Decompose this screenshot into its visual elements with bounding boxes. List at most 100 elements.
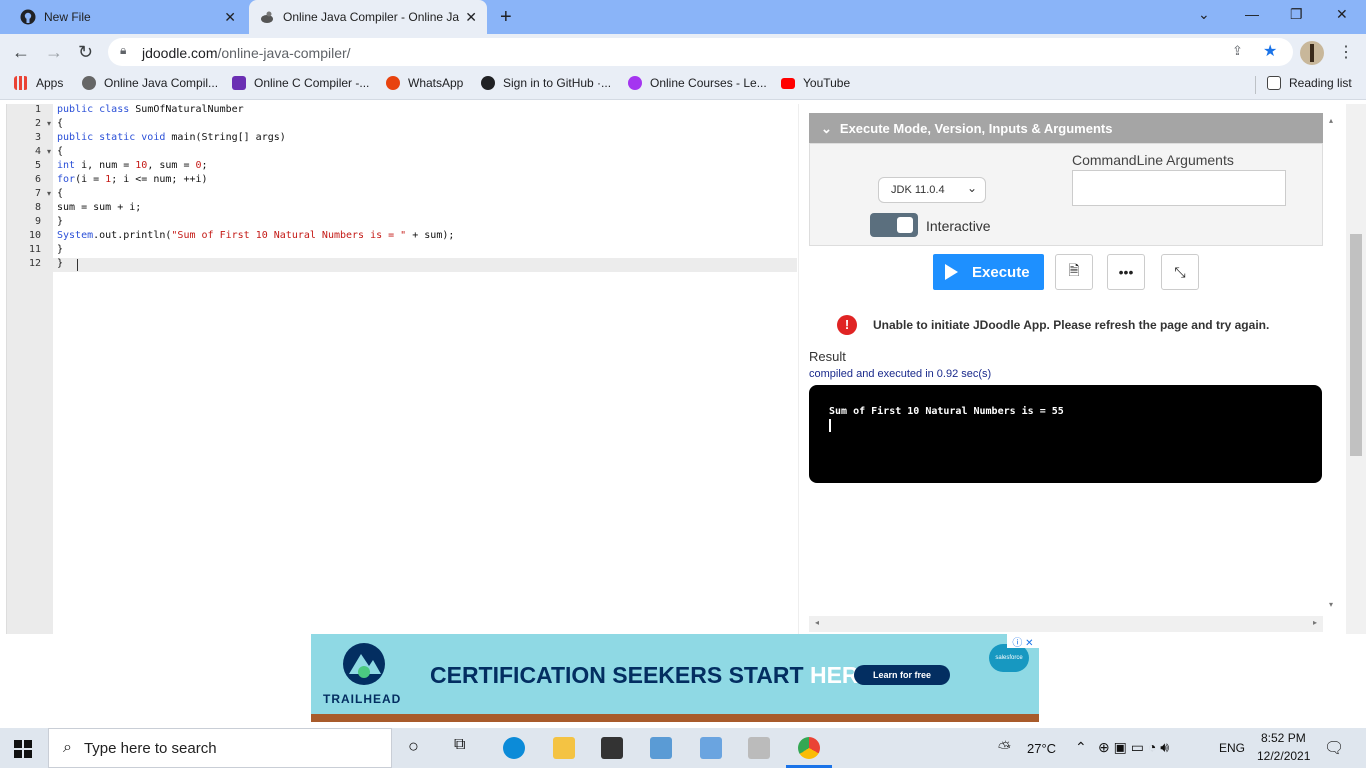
tab-title: Online Java Compiler - Online Ja xyxy=(283,10,460,24)
error-text: Unable to initiate JDoodle App. Please r… xyxy=(873,318,1270,332)
bookmark-label: Online Java Compil... xyxy=(104,76,219,90)
compress-icon: ⤡ xyxy=(1174,263,1186,280)
code-token: , sum = xyxy=(147,160,196,171)
error-alert-icon: ! xyxy=(837,315,857,335)
bookmark-youtube[interactable]: YouTube xyxy=(781,76,850,90)
bookmark-label: YouTube xyxy=(803,76,851,90)
performance-monitor-icon[interactable] xyxy=(748,737,770,759)
bookmark-apps[interactable]: Apps xyxy=(14,76,63,90)
language-indicator[interactable]: ENG xyxy=(1219,741,1245,755)
code-line: } xyxy=(57,244,63,255)
profile-avatar[interactable] xyxy=(1300,41,1324,65)
ad-close-icon[interactable]: ⓘ ✕ xyxy=(1007,634,1039,649)
bookmark-online-courses[interactable]: Online Courses - Le... xyxy=(628,76,767,90)
execute-mode-header[interactable]: ⌄ Execute Mode, Version, Inputs & Argumen… xyxy=(809,113,1323,143)
control-panel-icon[interactable] xyxy=(650,737,672,759)
scroll-down-icon[interactable]: ▾ xyxy=(1329,600,1333,609)
file-explorer-icon[interactable] xyxy=(553,737,575,759)
scroll-left-icon[interactable]: ◂ xyxy=(815,618,819,627)
github-icon xyxy=(481,76,495,90)
close-window-icon[interactable]: ✕ xyxy=(1336,6,1348,23)
fold-toggle-icon[interactable]: ▾ xyxy=(47,189,51,198)
code-token: + sum); xyxy=(406,230,455,241)
windows-start-icon[interactable] xyxy=(14,740,32,758)
task-view-icon[interactable]: ⧉ xyxy=(454,736,465,754)
tab-new-file[interactable]: New File ✕ xyxy=(8,0,246,34)
tab-search-chevron-icon[interactable]: ⌄ xyxy=(1198,6,1210,23)
horizontal-scrollbar[interactable]: ◂ ▸ xyxy=(809,616,1323,632)
bookmark-label: Online C Compiler -... xyxy=(254,76,370,90)
github-icon xyxy=(20,9,36,25)
share-icon[interactable]: ⇪ xyxy=(1232,43,1243,59)
collapse-button[interactable]: ⤡ xyxy=(1161,254,1199,290)
restore-icon[interactable]: ❐ xyxy=(1290,6,1303,23)
code-line: System.out.println("Sum of First 10 Natu… xyxy=(57,230,454,241)
bookmark-label: WhatsApp xyxy=(408,76,464,90)
reading-list[interactable]: Reading list xyxy=(1267,76,1352,90)
execute-button[interactable]: Execute xyxy=(933,254,1044,290)
show-hidden-icons-icon[interactable]: ⌃ xyxy=(1075,739,1087,756)
more-options-button[interactable]: ••• xyxy=(1107,254,1145,290)
code-line: public static void main(String[] args) xyxy=(57,132,286,143)
line-number: 7 xyxy=(34,188,41,199)
ad-brand: TRAILHEAD xyxy=(323,692,402,706)
clock-date[interactable]: 12/2/2021 xyxy=(1257,749,1310,763)
lock-icon: 🔒︎ xyxy=(120,43,127,57)
page-vertical-scrollbar[interactable] xyxy=(1346,104,1366,634)
tray-apps-icon[interactable]: ⊕ ▣ ▭ ◔ 🔊︎ xyxy=(1098,739,1169,756)
bookmark-online-java-compiler[interactable]: Online Java Compil... xyxy=(82,76,218,90)
back-arrow-icon[interactable]: ← xyxy=(12,42,30,63)
bookmark-online-c-compiler[interactable]: Online C Compiler -... xyxy=(232,76,369,90)
scrollbar-thumb[interactable] xyxy=(1350,234,1362,456)
reload-icon[interactable]: ↻ xyxy=(78,42,93,63)
cortana-icon[interactable]: ○ xyxy=(408,736,419,757)
temperature[interactable]: 27°C xyxy=(1027,741,1056,756)
close-tab-icon[interactable]: ✕ xyxy=(224,9,236,26)
play-icon xyxy=(945,264,958,280)
bookmark-github[interactable]: Sign in to GitHub ·... xyxy=(481,76,611,90)
code-editor[interactable]: 1 2 ▾ 3 4 ▾ 5 6 7 ▾ 8 9 10 11 12 public class SumOfNat… xyxy=(6,104,797,634)
fold-toggle-icon[interactable]: ▾ xyxy=(47,119,51,128)
ad-cta-button[interactable]: Learn for free xyxy=(854,665,950,685)
upload-file-button[interactable]: 🗎 xyxy=(1055,254,1093,290)
jdk-version-select[interactable]: JDK 11.0.4 ⌄ xyxy=(878,177,986,203)
bookmark-star-icon[interactable]: ★ xyxy=(1263,41,1277,61)
line-number: 2 xyxy=(34,118,41,129)
code-token: 10 xyxy=(135,160,148,171)
line-number: 9 xyxy=(34,216,41,227)
forward-arrow-icon[interactable]: → xyxy=(45,42,63,63)
notifications-icon[interactable]: 🗨︎ xyxy=(1324,738,1344,758)
address-bar[interactable]: 🔒︎ jdoodle.com/online-java-compiler/ ⇪ ★ xyxy=(108,38,1293,66)
store-icon[interactable] xyxy=(601,737,623,759)
code-token: sum = sum + i; xyxy=(57,202,142,213)
scroll-right-icon[interactable]: ▸ xyxy=(1313,618,1317,627)
interactive-label: Interactive xyxy=(926,218,991,234)
code-token: ; xyxy=(201,160,208,171)
console-cursor xyxy=(829,419,831,432)
bookmark-whatsapp[interactable]: WhatsApp xyxy=(386,76,463,90)
section-title: Execute Mode, Version, Inputs & Argument… xyxy=(839,121,1113,136)
new-tab-button[interactable]: + xyxy=(500,6,512,29)
close-tab-icon[interactable]: ✕ xyxy=(465,9,477,26)
output-console[interactable]: Sum of First 10 Natural Numbers is = 55 xyxy=(809,385,1322,483)
edge-icon[interactable] xyxy=(503,737,525,759)
code-token: int xyxy=(57,160,82,171)
fold-toggle-icon[interactable]: ▾ xyxy=(47,147,51,156)
code-token: main(String[] args) xyxy=(171,132,286,143)
minimize-icon[interactable]: — xyxy=(1245,6,1259,22)
taskbar-search-box[interactable]: ⌕ Type here to search xyxy=(48,728,392,768)
tab-online-java-compiler[interactable]: Online Java Compiler - Online Ja ✕ xyxy=(249,0,487,34)
code-token: } xyxy=(57,244,64,255)
interactive-toggle[interactable] xyxy=(870,213,918,237)
url-path: /online-java-compiler/ xyxy=(217,45,351,61)
scroll-up-icon[interactable]: ▴ xyxy=(1329,116,1333,125)
menu-kebab-icon[interactable]: ⋮ xyxy=(1338,42,1354,62)
chrome-icon[interactable] xyxy=(798,737,820,759)
this-pc-icon[interactable] xyxy=(700,737,722,759)
line-number: 10 xyxy=(28,230,41,241)
trailhead-ad-banner[interactable]: TRAILHEAD CERTIFICATION SEEKERS START HE… xyxy=(311,634,1039,722)
clock-time[interactable]: 8:52 PM xyxy=(1261,731,1306,745)
cmdline-args-input[interactable] xyxy=(1072,170,1286,206)
code-token: (i = xyxy=(75,174,106,185)
weather-icon[interactable]: ⛅︎ xyxy=(998,740,1011,758)
